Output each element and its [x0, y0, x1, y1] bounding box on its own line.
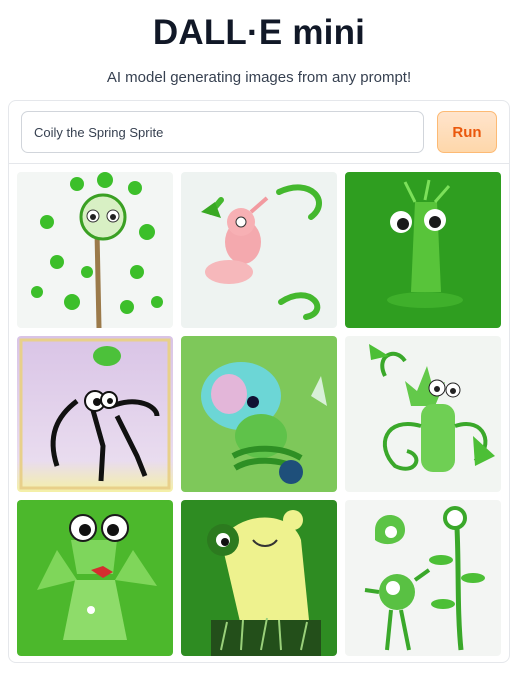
generated-image-2[interactable] — [181, 172, 337, 328]
generated-image-3[interactable] — [345, 172, 501, 328]
run-button[interactable]: Run — [437, 111, 497, 153]
divider — [9, 163, 509, 164]
page-subtitle: AI model generating images from any prom… — [106, 69, 412, 86]
image-grid — [17, 172, 501, 656]
generated-image-9[interactable] — [345, 500, 501, 656]
generator-panel: Run — [8, 100, 510, 663]
generated-image-7[interactable] — [17, 500, 173, 656]
prompt-row: Run — [21, 111, 497, 153]
generated-image-6[interactable] — [345, 336, 501, 492]
page-title: DALL·E mini — [152, 13, 366, 52]
generated-image-5[interactable] — [181, 336, 337, 492]
generated-image-4[interactable] — [17, 336, 173, 492]
generated-image-8[interactable] — [181, 500, 337, 656]
generated-image-1[interactable] — [17, 172, 173, 328]
prompt-input[interactable] — [21, 111, 424, 153]
